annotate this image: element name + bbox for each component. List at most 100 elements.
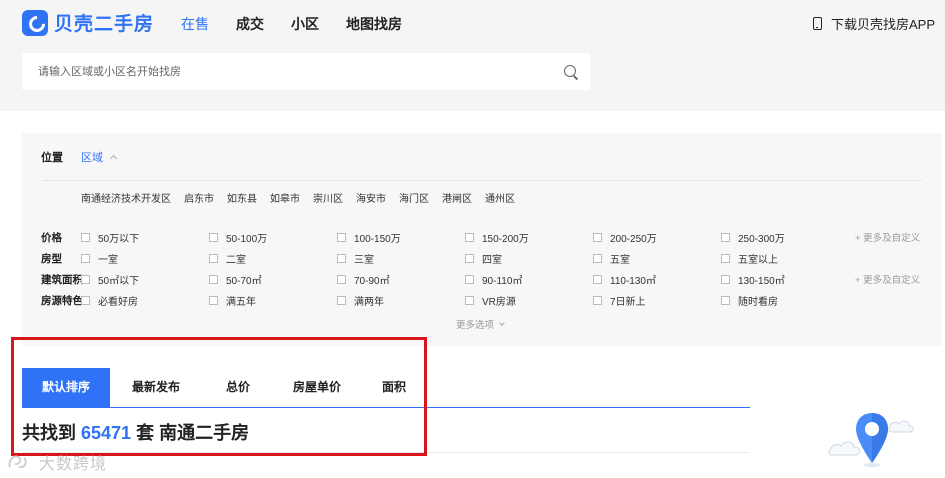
filter-option[interactable]: VR房源 (465, 293, 516, 308)
checkbox[interactable] (593, 296, 602, 305)
filter-option[interactable]: 三室 (337, 251, 374, 266)
filter-option[interactable]: 50㎡以下 (81, 272, 139, 287)
filter-option[interactable]: 二室 (209, 251, 246, 266)
district-item[interactable]: 海安市 (356, 190, 386, 205)
filter-option[interactable]: 五室 (593, 251, 630, 266)
tab-total-price[interactable]: 总价 (202, 368, 274, 407)
option-label: 70-90㎡ (354, 276, 390, 287)
checkbox[interactable] (337, 254, 346, 263)
filter-option[interactable]: 70-90㎡ (337, 272, 390, 287)
checkbox[interactable] (81, 296, 90, 305)
tab-default-sort[interactable]: 默认排序 (22, 368, 110, 407)
checkbox[interactable] (81, 254, 90, 263)
more-custom-link[interactable]: + 更多及自定义 (855, 230, 920, 244)
district-item[interactable]: 南通经济技术开发区 (81, 190, 171, 205)
filter-option[interactable]: 150-200万 (465, 230, 529, 245)
option-label: 必看好房 (98, 297, 138, 308)
checkbox[interactable] (721, 254, 730, 263)
checkbox[interactable] (209, 254, 218, 263)
checkbox[interactable] (81, 233, 90, 242)
app-download-label: 下载贝壳找房APP (830, 17, 935, 32)
filter-option[interactable]: 250-300万 (721, 230, 785, 245)
checkbox[interactable] (465, 296, 474, 305)
filter-option[interactable]: 四室 (465, 251, 502, 266)
option-label: 四室 (482, 255, 502, 266)
checkbox[interactable] (81, 275, 90, 284)
filter-option[interactable]: 110-130㎡ (593, 272, 656, 287)
option-label: 五室以上 (738, 255, 778, 266)
checkbox[interactable] (593, 233, 602, 242)
checkbox[interactable] (721, 233, 730, 242)
checkbox[interactable] (721, 275, 730, 284)
filter-option[interactable]: 200-250万 (593, 230, 657, 245)
district-item[interactable]: 如皋市 (270, 190, 300, 205)
more-options-toggle[interactable]: 更多选项 (456, 317, 505, 331)
filter-option[interactable]: 7日新上 (593, 293, 646, 308)
district-item[interactable]: 启东市 (184, 190, 214, 205)
option-label: 90-110㎡ (482, 276, 523, 287)
checkbox[interactable] (465, 275, 474, 284)
filter-option[interactable]: 随时看房 (721, 293, 778, 308)
region-toggle-label: 区域 (81, 152, 103, 164)
filter-option[interactable]: 一室 (81, 251, 118, 266)
filter-label-area: 建筑面积 (41, 274, 83, 286)
search-box (22, 53, 590, 90)
checkbox[interactable] (209, 233, 218, 242)
nav-item-sold[interactable]: 成交 (236, 14, 264, 34)
site-logo[interactable]: 贝壳二手房 (22, 9, 154, 36)
nav-item-on-sale[interactable]: 在售 (181, 14, 209, 34)
filter-option[interactable]: 50-100万 (209, 230, 267, 245)
search-input[interactable] (22, 53, 542, 90)
filter-option[interactable]: 50万以下 (81, 230, 139, 245)
tab-unit-price[interactable]: 房屋单价 (274, 368, 360, 407)
filter-option[interactable]: 五室以上 (721, 251, 778, 266)
filter-option[interactable]: 50-70㎡ (209, 272, 262, 287)
checkbox[interactable] (465, 233, 474, 242)
more-custom-link[interactable]: + 更多及自定义 (855, 272, 920, 286)
tab-area[interactable]: 面积 (360, 368, 428, 407)
chevron-down-icon (499, 320, 505, 326)
option-label: 二室 (226, 255, 246, 266)
checkbox[interactable] (593, 275, 602, 284)
checkbox[interactable] (209, 296, 218, 305)
district-item[interactable]: 海门区 (399, 190, 429, 205)
option-label: 100-150万 (354, 234, 401, 245)
district-item[interactable]: 港闸区 (442, 190, 472, 205)
district-item[interactable]: 崇川区 (313, 190, 343, 205)
beike-logo-icon (22, 9, 48, 36)
result-summary: 共找到 65471 套 南通二手房 (22, 419, 249, 445)
nav-item-map-search[interactable]: 地图找房 (346, 14, 402, 34)
district-item[interactable]: 通州区 (485, 190, 515, 205)
filter-option[interactable]: 90-110㎡ (465, 272, 522, 287)
checkbox[interactable] (337, 275, 346, 284)
checkbox[interactable] (209, 275, 218, 284)
search-icon[interactable] (564, 65, 576, 77)
filter-option[interactable]: 必看好房 (81, 293, 138, 308)
option-label: 110-130㎡ (610, 276, 656, 287)
district-list: 南通经济技术开发区 启东市 如东县 如皋市 崇川区 海安市 海门区 港闸区 通州… (81, 190, 528, 205)
filter-row-price: 价格 50万以下 50-100万 100-150万 150-200万 200-2… (41, 230, 931, 245)
nav-item-community[interactable]: 小区 (291, 14, 319, 34)
checkbox[interactable] (337, 296, 346, 305)
filter-row-features: 房源特色 必看好房 满五年 满两年 VR房源 7日新上 随时看房 (41, 293, 931, 308)
option-label: 7日新上 (610, 297, 646, 308)
divider (42, 180, 922, 181)
option-label: 随时看房 (738, 297, 778, 308)
region-toggle[interactable]: 区域 (81, 149, 118, 165)
checkbox[interactable] (593, 254, 602, 263)
tab-newest[interactable]: 最新发布 (110, 368, 202, 407)
filter-option[interactable]: 满五年 (209, 293, 256, 308)
checkbox[interactable] (721, 296, 730, 305)
filter-row-area: 建筑面积 50㎡以下 50-70㎡ 70-90㎡ 90-110㎡ 110-130… (41, 272, 931, 287)
filter-option[interactable]: 130-150㎡ (721, 272, 785, 287)
checkbox[interactable] (465, 254, 474, 263)
filter-option[interactable]: 100-150万 (337, 230, 401, 245)
filter-label-room-type: 房型 (41, 253, 62, 265)
filter-panel: 位置 区域 南通经济技术开发区 启东市 如东县 如皋市 崇川区 海安市 海门区 … (22, 133, 942, 346)
divider (22, 452, 750, 453)
option-label: VR房源 (482, 297, 516, 308)
district-item[interactable]: 如东县 (227, 190, 257, 205)
filter-option[interactable]: 满两年 (337, 293, 384, 308)
app-download-link[interactable]: 下载贝壳找房APP (812, 14, 935, 33)
checkbox[interactable] (337, 233, 346, 242)
